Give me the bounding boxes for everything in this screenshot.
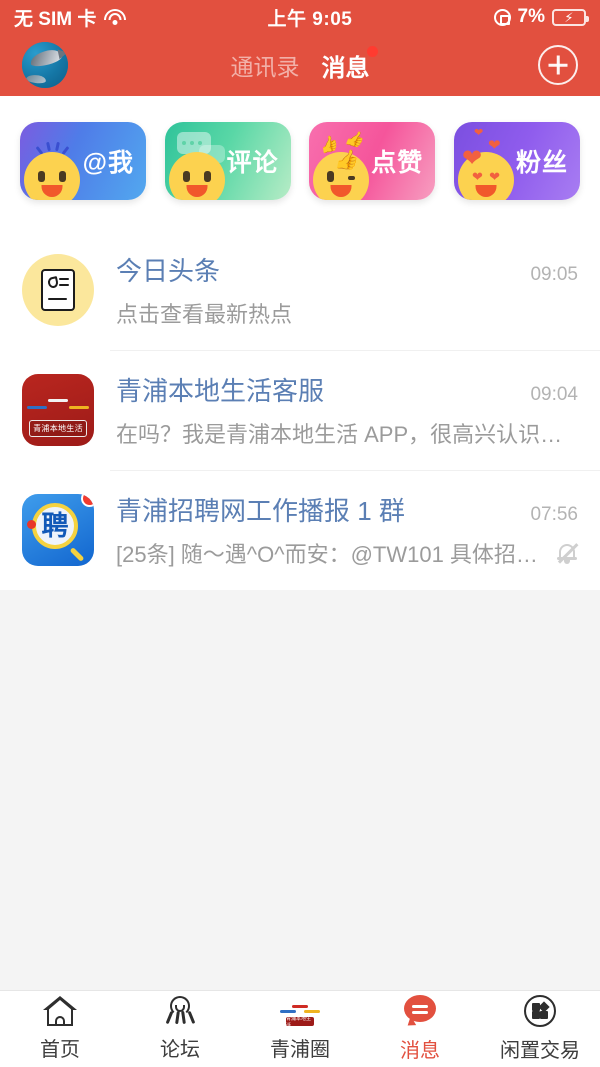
- battery-percent-label: 7%: [517, 6, 545, 27]
- table-row[interactable]: 今日头条 09:05 点击查看最新热点: [0, 230, 600, 350]
- message-time: 09:05: [530, 264, 578, 285]
- message-top-line: 青浦本地生活客服 09:04: [116, 371, 578, 408]
- tab-home-label: 首页: [40, 1039, 80, 1061]
- tab-marketplace[interactable]: 闲置交易: [480, 995, 600, 1063]
- nav-bar: 通讯录 消息: [0, 34, 600, 96]
- status-bar-left: 无 SIM 卡: [14, 4, 127, 31]
- quick-card-comment[interactable]: 评论: [164, 122, 291, 200]
- message-top-line: 青浦招聘网工作播报 1 群 07:56: [116, 491, 578, 528]
- status-bar-right: 7% ⚡: [493, 6, 589, 28]
- job-icon-text: 聘: [41, 510, 69, 541]
- add-button[interactable]: [538, 45, 578, 85]
- message-preview: 在吗？我是青浦本地生活 APP，很高兴认识…: [116, 422, 563, 447]
- mention-face-icon: [24, 152, 80, 200]
- status-bar: 无 SIM 卡 上午 9:05 7% ⚡: [0, 0, 600, 34]
- nav-tab-messages-badge: [366, 45, 378, 57]
- tab-qingpu-circle-label: 青浦圈: [270, 1039, 330, 1061]
- qingpu-circle-icon: 青浦本地生活: [280, 996, 320, 1029]
- quick-card-mention[interactable]: @我: [20, 122, 146, 200]
- message-content: 今日头条 09:05 点击查看最新热点: [116, 251, 578, 329]
- quick-card-mention-label: @我: [82, 149, 134, 177]
- quick-card-like-label: 点赞: [371, 149, 424, 177]
- forum-icon: [163, 996, 197, 1026]
- carrier-label: 无 SIM 卡: [14, 8, 97, 30]
- message-bottom-line: [25条] 随～遇^O^而安：@TW101 具体招哪…: [116, 537, 579, 569]
- message-preview: 点击查看最新热点: [116, 302, 293, 327]
- toutiao-news-icon: [22, 254, 94, 326]
- wifi-icon: [104, 9, 127, 25]
- tab-messages-label: 消息: [400, 1040, 440, 1062]
- nav-tab-contacts[interactable]: 通讯录: [231, 48, 300, 82]
- message-content: 青浦招聘网工作播报 1 群 07:56 [25条] 随～遇^O^而安：@TW10…: [116, 491, 579, 569]
- unread-badge: [81, 494, 94, 507]
- tab-marketplace-label: 闲置交易: [500, 1040, 580, 1062]
- qingpu-circle-icon-label: 青浦本地生活: [286, 1016, 314, 1029]
- marketplace-grid-icon: [524, 995, 556, 1027]
- message-bottom-line: 在吗？我是青浦本地生活 APP，很高兴认识…: [116, 417, 578, 449]
- rotation-lock-icon: [493, 8, 511, 26]
- message-preview: [25条] 随～遇^O^而安：@TW101 具体招哪…: [116, 542, 544, 567]
- tab-messages[interactable]: 消息: [360, 995, 480, 1063]
- message-title: 青浦招聘网工作播报 1 群: [116, 496, 405, 526]
- tab-home[interactable]: 首页: [0, 996, 120, 1062]
- tab-forum-label: 论坛: [160, 1039, 200, 1061]
- nav-tabs: 通讯录 消息: [0, 34, 600, 96]
- message-time: 07:56: [530, 504, 578, 525]
- tab-qingpu-circle[interactable]: 青浦本地生活 青浦圈: [240, 996, 360, 1062]
- qingpu-icon-label: 青浦本地生活: [29, 420, 87, 437]
- quick-card-comment-label: 评论: [226, 149, 279, 177]
- user-avatar[interactable]: [22, 42, 68, 88]
- status-bar-time: 上午 9:05: [267, 8, 353, 30]
- nav-tab-messages[interactable]: 消息: [321, 45, 378, 83]
- app-root: 无 SIM 卡 上午 9:05 7% ⚡ 通讯录 消息 @我 评论 👍 👍 👍 …: [0, 0, 600, 1067]
- quick-cards: @我 评论 👍 👍 👍 点赞 ❤ ❤ ❤ ❤ ❤ 粉丝: [0, 96, 600, 230]
- message-time: 09:04: [530, 384, 578, 405]
- message-top-line: 今日头条 09:05: [116, 251, 578, 288]
- message-bubble-icon: [402, 995, 438, 1028]
- quick-card-fans-label: 粉丝: [515, 149, 568, 177]
- comment-face-icon: [168, 152, 225, 200]
- home-icon: [43, 996, 77, 1026]
- message-bottom-line: 点击查看最新热点: [116, 297, 578, 329]
- bottom-tab-bar: 首页 论坛 青浦本地生活 青浦圈 消息 闲置交易: [0, 990, 600, 1067]
- job-recruit-group-icon: 聘: [22, 494, 94, 566]
- nav-tab-messages-label: 消息: [321, 54, 370, 82]
- quick-card-like[interactable]: 👍 👍 👍 点赞: [309, 122, 436, 200]
- bell-muted-icon: [544, 541, 579, 565]
- table-row[interactable]: 青浦本地生活 青浦本地生活客服 09:04 在吗？我是青浦本地生活 APP，很高…: [0, 350, 600, 470]
- message-list: 今日头条 09:05 点击查看最新热点 青浦本地生活 青浦本地生活客服 09:0…: [0, 230, 600, 590]
- message-title: 今日头条: [116, 256, 221, 286]
- message-title: 青浦本地生活客服: [116, 376, 325, 406]
- qingpu-life-service-icon: 青浦本地生活: [22, 374, 94, 446]
- tab-forum[interactable]: 论坛: [120, 996, 240, 1062]
- table-row[interactable]: 聘 青浦招聘网工作播报 1 群 07:56 [25条] 随～遇^O^而安：@TW…: [0, 470, 600, 590]
- message-content: 青浦本地生活客服 09:04 在吗？我是青浦本地生活 APP，很高兴认识…: [116, 371, 578, 449]
- battery-charging-icon: ⚡: [552, 8, 589, 26]
- quick-card-fans[interactable]: ❤ ❤ ❤ ❤ ❤ 粉丝: [453, 122, 580, 200]
